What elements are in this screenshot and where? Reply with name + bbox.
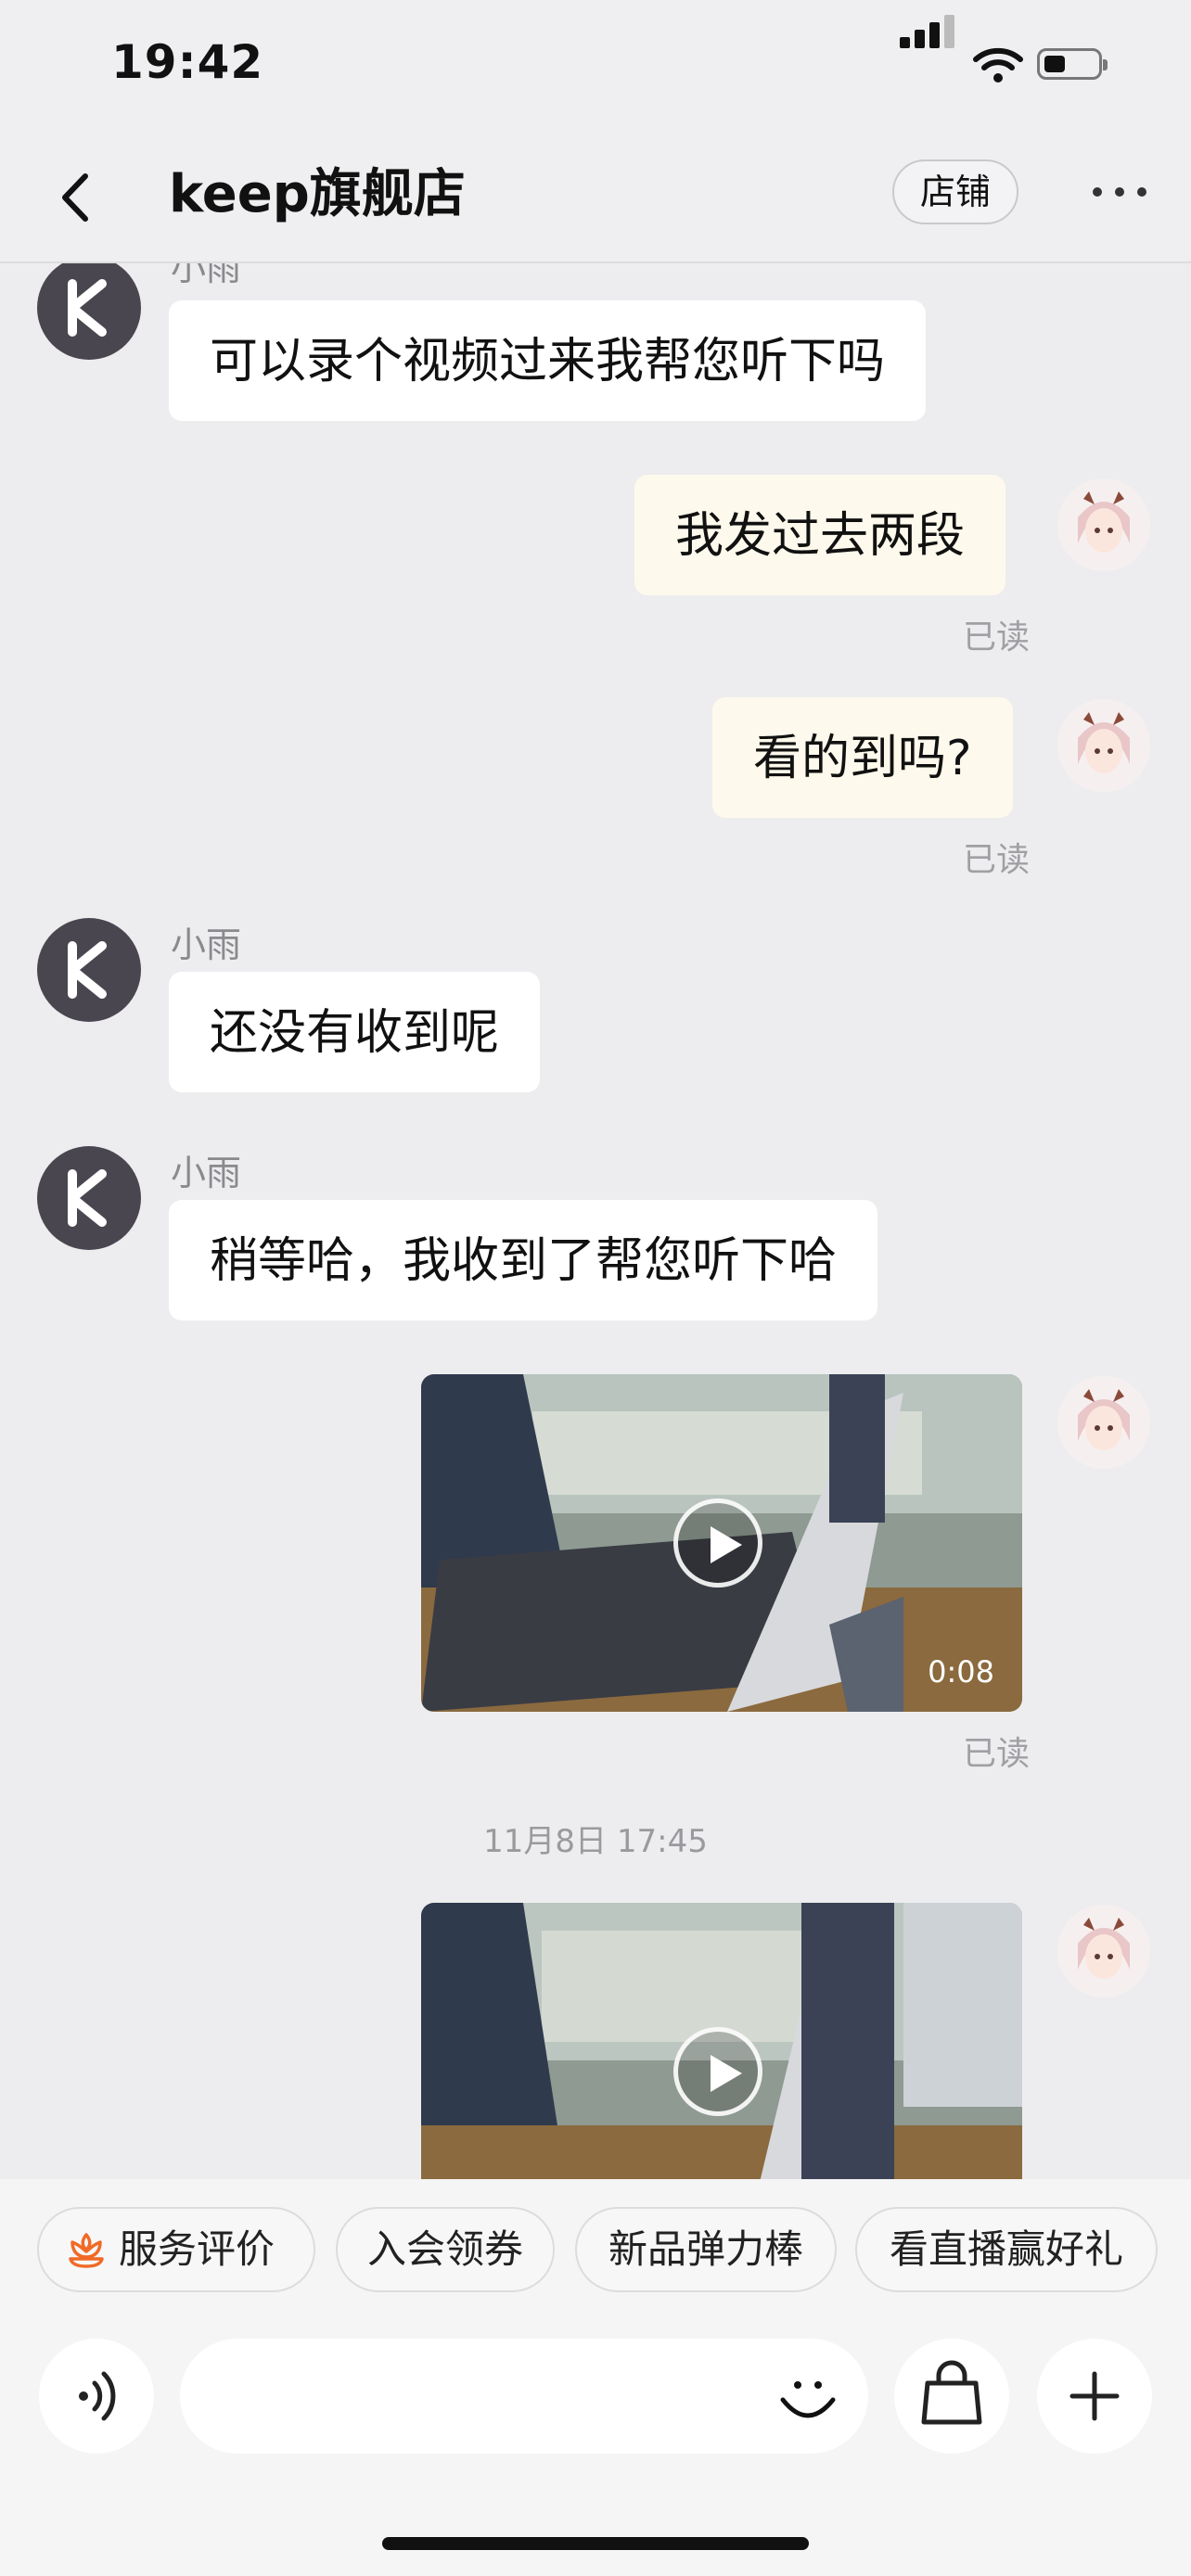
timestamp: 11月8日 17:45	[483, 1823, 708, 1860]
video-duration: 0:08	[928, 1654, 994, 1690]
agent-avatar[interactable]	[37, 1146, 141, 1250]
shop-button[interactable]: 店铺	[892, 159, 1018, 224]
keep-logo-icon	[68, 279, 107, 337]
home-indicator	[382, 2537, 809, 2550]
user-avatar[interactable]	[1057, 478, 1150, 571]
message-bubble[interactable]: 稍等哈，我收到了帮您听下哈	[169, 1200, 878, 1320]
chip-membership-coupon[interactable]: 入会领券	[336, 2207, 555, 2292]
more-icon[interactable]	[1093, 187, 1146, 200]
chip-live-gift[interactable]: 看直播赢好礼	[855, 2207, 1158, 2292]
read-receipt: 已读	[963, 618, 1031, 657]
plus-icon	[1069, 2371, 1120, 2421]
agent-avatar[interactable]	[37, 263, 141, 360]
user-avatar[interactable]	[1057, 699, 1150, 792]
user-avatar-image	[1057, 478, 1150, 571]
message-bubble[interactable]: 还没有收到呢	[169, 972, 541, 1092]
battery-icon	[1037, 48, 1108, 80]
quick-reply-bar: 服务评价 入会领券 新品弹力棒 看直播赢好礼	[0, 2179, 1191, 2318]
play-icon[interactable]	[673, 2027, 762, 2116]
shopping-bag-icon	[921, 2360, 982, 2425]
keep-logo-icon	[68, 1169, 107, 1227]
user-avatar[interactable]	[1057, 1905, 1150, 1997]
shop-bag-button[interactable]	[894, 2339, 1009, 2454]
read-receipt: 已读	[963, 1735, 1031, 1773]
chip-service-review[interactable]: 服务评价	[37, 2207, 315, 2292]
sender-name: 小雨	[171, 1153, 242, 1193]
chip-label: 服务评价	[118, 2226, 275, 2272]
agent-avatar[interactable]	[37, 918, 141, 1022]
wifi-icon	[973, 47, 1023, 83]
user-avatar-image	[1057, 1905, 1150, 1997]
chat-area[interactable]: 小雨 可以录个视频过来我帮您听下吗 我发过去两段 已读 看的到吗? 已读 小雨 …	[0, 263, 1191, 2179]
voice-button[interactable]	[39, 2339, 154, 2454]
input-bar	[0, 2318, 1191, 2576]
plus-button[interactable]	[1037, 2339, 1152, 2454]
sender-name: 小雨	[171, 925, 242, 965]
message-bubble[interactable]: 我发过去两段	[634, 475, 1006, 595]
sender-name: 小雨	[171, 263, 242, 288]
page-title: keep旗舰店	[169, 164, 466, 224]
user-avatar-image	[1057, 1376, 1150, 1469]
status-time: 19:42	[111, 35, 264, 89]
chip-label: 新品弹力棒	[608, 2226, 803, 2272]
status-bar: 19:42	[0, 0, 1191, 139]
video-message[interactable]: 0:08	[421, 1374, 1022, 1712]
keep-logo-icon	[68, 941, 107, 999]
video-message[interactable]	[421, 1903, 1022, 2179]
chip-label: 看直播赢好礼	[889, 2226, 1123, 2272]
flower-icon	[69, 2233, 104, 2268]
nav-bar: keep旗舰店 店铺	[0, 139, 1191, 263]
user-avatar[interactable]	[1057, 1376, 1150, 1469]
message-input[interactable]	[180, 2339, 868, 2454]
voice-icon	[79, 2371, 116, 2421]
emoji-icon[interactable]	[775, 2368, 840, 2433]
message-bubble[interactable]: 看的到吗?	[712, 697, 1013, 818]
chip-label: 入会领券	[366, 2226, 523, 2272]
message-bubble[interactable]: 可以录个视频过来我帮您听下吗	[169, 300, 927, 421]
play-icon[interactable]	[673, 1498, 762, 1588]
back-chevron-icon[interactable]	[48, 165, 104, 230]
read-receipt: 已读	[963, 841, 1031, 879]
chip-new-product[interactable]: 新品弹力棒	[575, 2207, 837, 2292]
user-avatar-image	[1057, 699, 1150, 792]
